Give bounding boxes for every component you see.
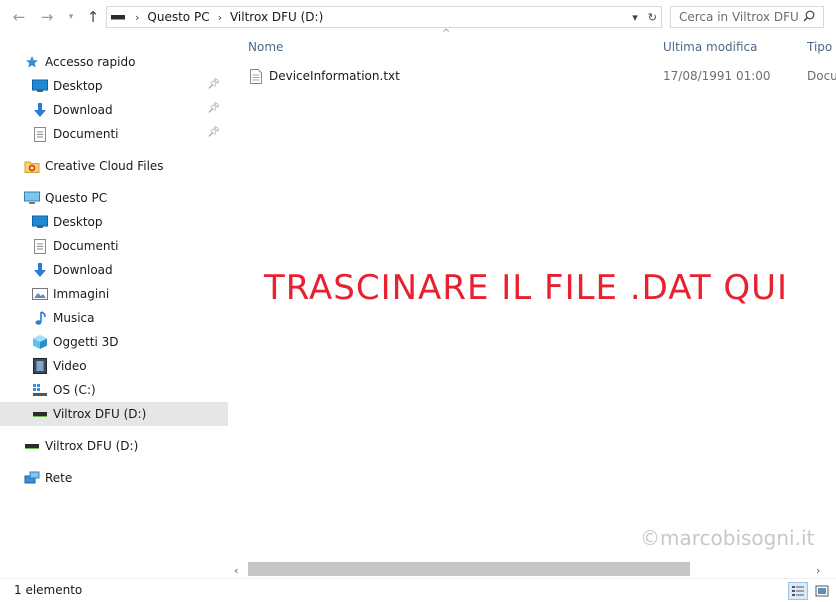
nav-label: Documenti <box>53 127 119 141</box>
search-icon <box>803 10 815 25</box>
drop-instruction-overlay: TRASCINARE IL FILE .DAT QUI <box>264 268 789 308</box>
nav-pc-os-c[interactable]: OS (C:) <box>32 378 224 402</box>
column-header-name[interactable]: Nome <box>248 34 448 60</box>
pin-icon[interactable]: 📌︎ <box>207 79 220 90</box>
nav-quick-documenti[interactable]: Documenti 📌︎ <box>32 122 224 146</box>
nav-label: Musica <box>53 311 95 325</box>
file-name-label: DeviceInformation.txt <box>269 69 400 83</box>
desktop-icon <box>32 78 48 94</box>
nav-network[interactable]: Rete <box>24 466 224 490</box>
address-history-chevron-icon[interactable]: ▾ <box>632 11 638 24</box>
recent-locations-chevron-icon[interactable]: ▾ <box>64 6 78 28</box>
usb-drive-icon <box>32 406 48 422</box>
nav-label: Creative Cloud Files <box>45 159 164 173</box>
music-icon <box>32 310 48 326</box>
nav-pc-documenti[interactable]: Documenti <box>32 234 224 258</box>
nav-pc-oggetti-3d[interactable]: Oggetti 3D <box>32 330 224 354</box>
scroll-right-icon[interactable]: › <box>816 562 828 578</box>
scrollbar-thumb[interactable] <box>248 562 690 576</box>
details-view-icon[interactable] <box>788 582 808 600</box>
objects-3d-icon <box>32 334 48 350</box>
column-header-modified[interactable]: Ultima modifica <box>663 34 803 60</box>
file-type-cell: Docu <box>807 69 836 83</box>
back-arrow-icon[interactable]: ← <box>8 6 30 28</box>
file-modified-cell: 17/08/1991 01:00 <box>663 69 771 83</box>
nav-label: Viltrox DFU (D:) <box>53 407 147 421</box>
download-icon <box>32 262 48 278</box>
file-row[interactable]: DeviceInformation.txt 17/08/1991 01:00 D… <box>228 64 836 88</box>
nav-label: Download <box>53 263 113 277</box>
desktop-icon <box>32 214 48 230</box>
breadcrumb-current-drive[interactable]: Viltrox DFU (D:) <box>230 10 323 24</box>
nav-quick-access[interactable]: Accesso rapido <box>24 50 224 74</box>
usb-drive-icon <box>111 14 125 20</box>
nav-label: Rete <box>45 471 73 485</box>
nav-pc-immagini[interactable]: Immagini <box>32 282 224 306</box>
status-bar: 1 elemento <box>0 578 836 602</box>
search-placeholder: Cerca in Viltrox DFU ... <box>679 10 803 24</box>
nav-label: Questo PC <box>45 191 108 205</box>
scroll-left-icon[interactable]: ‹ <box>234 562 246 578</box>
star-icon <box>24 54 40 70</box>
search-input[interactable]: Cerca in Viltrox DFU ... <box>670 6 824 28</box>
pin-icon[interactable]: 📌︎ <box>207 127 220 138</box>
nav-pc-desktop[interactable]: Desktop <box>32 210 224 234</box>
up-arrow-icon[interactable]: ↑ <box>82 6 104 28</box>
nav-label: Desktop <box>53 215 103 229</box>
watermark: ©marcobisogni.it <box>640 526 815 550</box>
os-drive-icon <box>32 382 48 398</box>
nav-removable-viltrox-dfu[interactable]: Viltrox DFU (D:) <box>24 434 224 458</box>
column-header-type[interactable]: Tipo <box>807 34 836 60</box>
nav-this-pc[interactable]: Questo PC <box>24 186 224 210</box>
breadcrumb-separator-icon[interactable]: › <box>218 11 222 24</box>
large-icons-view-icon[interactable] <box>812 582 832 600</box>
navigation-pane: Accesso rapido Desktop 📌︎ Download 📌︎ Do… <box>0 34 228 574</box>
forward-arrow-icon[interactable]: → <box>36 6 58 28</box>
refresh-icon[interactable]: ↻ <box>648 11 657 24</box>
computer-icon <box>24 190 40 206</box>
nav-label: Accesso rapido <box>45 55 136 69</box>
nav-pc-download[interactable]: Download <box>32 258 224 282</box>
pin-icon[interactable]: 📌︎ <box>207 103 220 114</box>
nav-label: Desktop <box>53 79 103 93</box>
nav-label: Download <box>53 103 113 117</box>
nav-label: Immagini <box>53 287 110 301</box>
item-count: 1 elemento <box>14 583 83 597</box>
nav-pc-viltrox-dfu[interactable]: Viltrox DFU (D:) <box>0 402 228 426</box>
address-toolbar: ← → ▾ ↑ › Questo PC › Viltrox DFU (D:) ▾… <box>0 0 836 34</box>
network-icon <box>24 470 40 486</box>
nav-label: Oggetti 3D <box>53 335 119 349</box>
download-icon <box>32 102 48 118</box>
breadcrumb-questo-pc[interactable]: Questo PC <box>147 10 209 24</box>
documents-icon <box>32 238 48 254</box>
address-bar[interactable]: › Questo PC › Viltrox DFU (D:) ▾ ↻ <box>106 6 662 28</box>
pictures-icon <box>32 286 48 302</box>
nav-label: Viltrox DFU (D:) <box>45 439 139 453</box>
nav-label: Documenti <box>53 239 119 253</box>
file-name-cell[interactable]: DeviceInformation.txt <box>248 64 400 88</box>
nav-pc-video[interactable]: Video <box>32 354 224 378</box>
nav-pc-musica[interactable]: Musica <box>32 306 224 330</box>
documents-icon <box>32 126 48 142</box>
nav-label: Video <box>53 359 87 373</box>
nav-label: OS (C:) <box>53 383 96 397</box>
nav-quick-download[interactable]: Download 📌︎ <box>32 98 224 122</box>
horizontal-scrollbar[interactable]: ‹ › <box>228 562 836 578</box>
nav-creative-cloud-files[interactable]: Creative Cloud Files <box>24 154 224 178</box>
text-file-icon <box>248 68 264 84</box>
nav-quick-desktop[interactable]: Desktop 📌︎ <box>32 74 224 98</box>
video-icon <box>32 358 48 374</box>
creative-cloud-icon <box>24 158 40 174</box>
usb-drive-icon <box>24 438 40 454</box>
breadcrumb-separator-icon[interactable]: › <box>135 11 139 24</box>
